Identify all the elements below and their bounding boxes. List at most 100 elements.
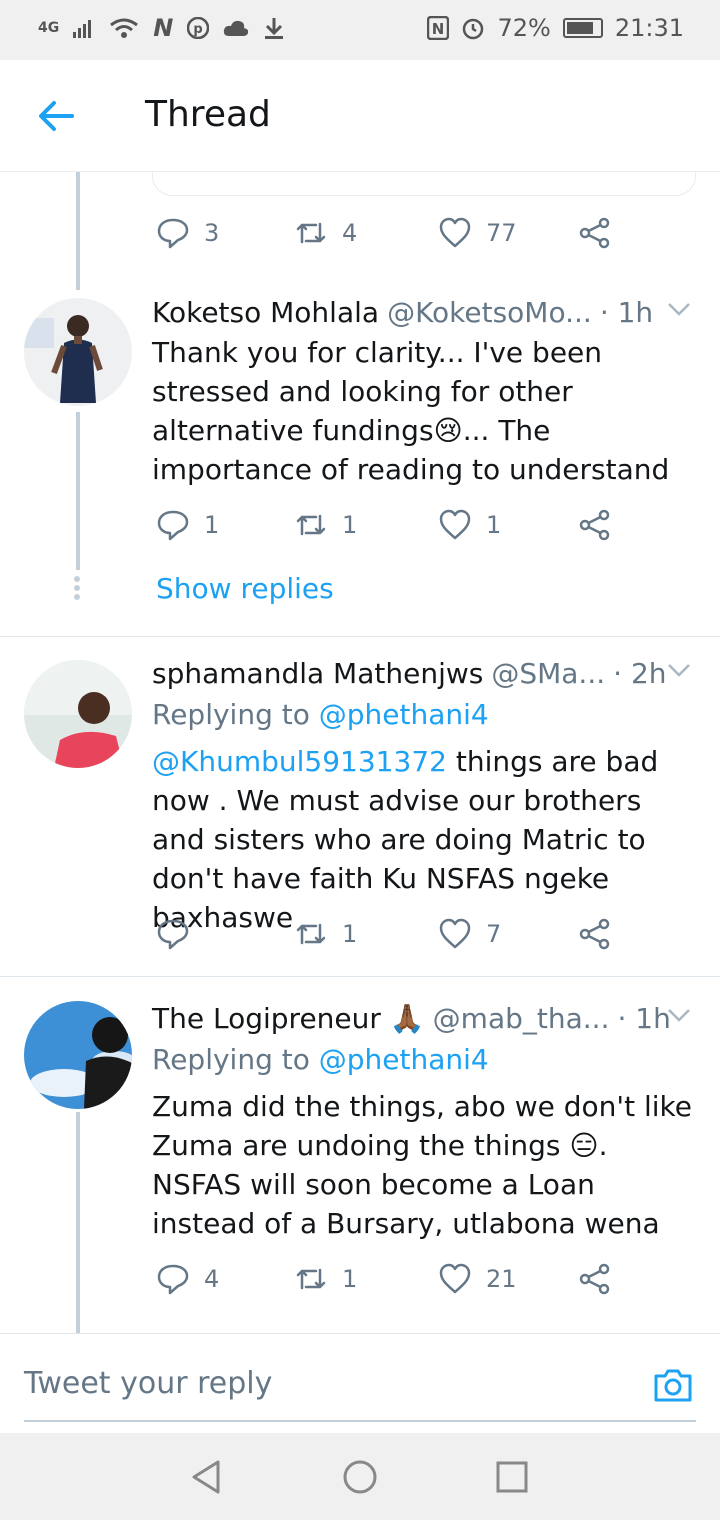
user-handle[interactable]: @SMa...	[491, 657, 605, 690]
reply-input[interactable]: Tweet your reply	[24, 1366, 272, 1401]
tweet-actions: 1 1 1	[152, 508, 632, 548]
avatar[interactable]	[24, 1001, 132, 1109]
like-count: 21	[486, 1265, 517, 1293]
reply-button[interactable]: 4	[156, 1262, 219, 1296]
replying-to-handle[interactable]: @phethani4	[319, 1043, 489, 1076]
pinterest-icon: p	[187, 17, 210, 39]
replying-to: Replying to @phethani4	[152, 1043, 489, 1076]
like-count: 77	[486, 219, 517, 247]
reply-icon	[157, 919, 189, 950]
share-icon	[579, 509, 610, 541]
alarm-icon	[463, 18, 484, 40]
battery-percent: 72%	[497, 14, 551, 42]
heart-icon	[439, 1263, 471, 1294]
display-name[interactable]: Koketso Mohlala	[152, 296, 379, 329]
like-button[interactable]: 77	[438, 216, 517, 250]
tweet-text: Zuma did the things, abo we don't like Z…	[152, 1090, 692, 1240]
display-name[interactable]: The Logipreneur 🙏🏾	[152, 1002, 425, 1035]
show-replies-link[interactable]: Show replies	[156, 572, 334, 605]
avatar[interactable]	[24, 660, 132, 768]
chevron-down-icon[interactable]	[666, 1006, 692, 1024]
download-icon	[265, 18, 284, 39]
retweet-icon	[296, 222, 326, 244]
retweet-count: 4	[342, 219, 358, 247]
avatar[interactable]	[24, 298, 132, 406]
camera-icon[interactable]	[652, 1364, 694, 1406]
retweet-icon	[296, 1268, 326, 1290]
heart-icon	[439, 918, 471, 949]
nav-back-icon[interactable]	[186, 1457, 226, 1497]
svg-text:N: N	[432, 20, 445, 38]
like-count: 7	[486, 920, 502, 948]
share-button[interactable]	[578, 508, 612, 542]
replying-to-handle[interactable]: @phethani4	[319, 698, 489, 731]
tweet-header: Koketso Mohlala @KoketsoMo... · 1h	[152, 296, 700, 329]
replying-to: Replying to @phethani4	[152, 698, 489, 731]
retweet-count: 1	[342, 920, 358, 948]
retweet-count: 1	[342, 1265, 358, 1293]
retweet-button[interactable]: 1	[294, 1262, 357, 1296]
replying-to-label: Replying to	[152, 1043, 310, 1076]
user-handle[interactable]: @KoketsoMo...	[387, 296, 592, 329]
divider	[0, 636, 720, 637]
share-icon	[579, 217, 610, 249]
cloud-icon	[224, 20, 249, 36]
display-name[interactable]: sphamandla Mathenjws	[152, 657, 483, 690]
retweet-count: 1	[342, 511, 358, 539]
thread-line	[76, 412, 80, 570]
reply-count: 4	[204, 1265, 220, 1293]
share-button[interactable]	[578, 917, 612, 951]
reply-composer: Tweet your reply	[0, 1333, 720, 1433]
n-notification-icon: N	[153, 14, 174, 42]
like-count: 1	[486, 511, 502, 539]
reply-button[interactable]: 3	[156, 216, 219, 250]
chevron-down-icon[interactable]	[666, 300, 692, 318]
like-button[interactable]: 1	[438, 508, 501, 542]
tweet-text: @Khumbul59131372 things are bad now . We…	[152, 742, 700, 937]
reply-button[interactable]	[156, 917, 204, 951]
signal-icon	[73, 20, 92, 38]
tweet-header: sphamandla Mathenjws @SMa... · 2h	[152, 657, 700, 690]
network-indicator: 4G	[38, 20, 60, 36]
thread-line	[76, 1112, 80, 1333]
like-button[interactable]: 21	[438, 1262, 517, 1296]
tweet-text: Thank you for clarity... I've been stres…	[152, 336, 670, 486]
tweet-time: · 2h	[613, 657, 667, 690]
reply-button[interactable]: 1	[156, 508, 219, 542]
battery-icon	[562, 18, 603, 38]
share-icon	[579, 918, 610, 950]
reply-icon	[157, 218, 189, 249]
reply-count: 3	[204, 219, 220, 247]
share-button[interactable]	[578, 1262, 612, 1296]
thread-gap-dots	[74, 576, 82, 603]
replying-to-label: Replying to	[152, 698, 310, 731]
embedded-card[interactable]	[152, 172, 696, 196]
nfc-icon: N	[427, 16, 450, 40]
divider	[0, 976, 720, 977]
retweet-button[interactable]: 1	[294, 508, 357, 542]
tweet-actions: 3 4 77	[152, 216, 632, 256]
nav-recents-icon[interactable]	[492, 1457, 532, 1497]
tweet-time: · 1h	[599, 296, 654, 329]
heart-icon	[439, 509, 471, 540]
app-bar: Thread	[0, 60, 720, 172]
system-nav-bar	[0, 1433, 720, 1520]
retweet-icon	[296, 923, 326, 945]
tweet-time: · 1h	[617, 1002, 671, 1035]
back-arrow-icon[interactable]	[34, 94, 78, 138]
thread-line	[76, 172, 80, 290]
chevron-down-icon[interactable]	[666, 661, 692, 679]
page-title: Thread	[145, 94, 271, 135]
user-handle[interactable]: @mab_tha...	[433, 1002, 610, 1035]
retweet-button[interactable]: 4	[294, 216, 357, 250]
retweet-button[interactable]: 1	[294, 917, 357, 951]
share-button[interactable]	[578, 216, 612, 250]
nav-home-icon[interactable]	[340, 1457, 380, 1497]
status-bar: 4G N p N 72% 21:31	[0, 0, 720, 60]
clock: 21:31	[614, 14, 684, 42]
heart-icon	[439, 217, 471, 248]
mention-link[interactable]: @Khumbul59131372	[152, 745, 447, 778]
reply-count: 1	[204, 511, 220, 539]
tweet-header: The Logipreneur 🙏🏾 @mab_tha... · 1h	[152, 1002, 700, 1035]
like-button[interactable]: 7	[438, 917, 501, 951]
